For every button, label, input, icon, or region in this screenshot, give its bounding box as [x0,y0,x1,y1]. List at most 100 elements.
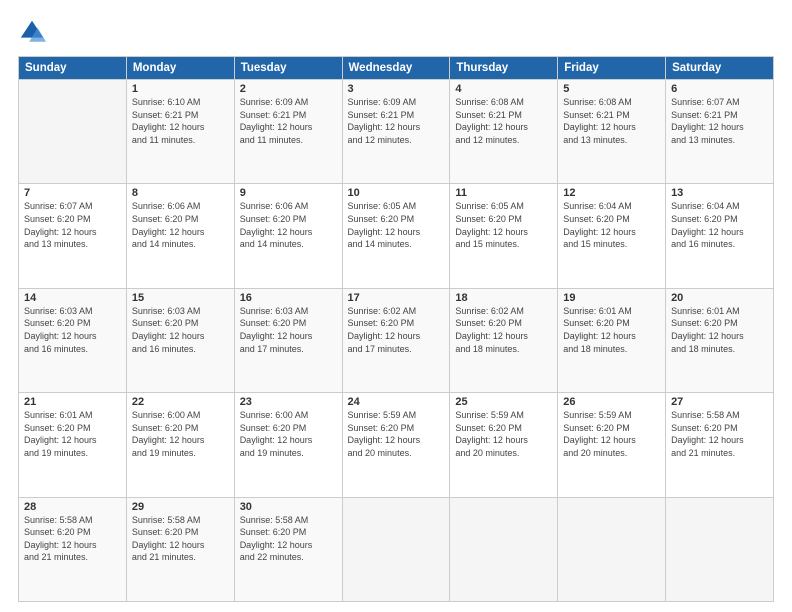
calendar-cell: 18Sunrise: 6:02 AM Sunset: 6:20 PM Dayli… [450,288,558,392]
day-number: 22 [132,396,229,408]
day-info: Sunrise: 5:59 AM Sunset: 6:20 PM Dayligh… [563,409,660,459]
day-number: 30 [240,501,337,513]
day-info: Sunrise: 6:01 AM Sunset: 6:20 PM Dayligh… [24,409,121,459]
day-number: 3 [348,83,445,95]
calendar-cell [450,497,558,601]
calendar-cell: 9Sunrise: 6:06 AM Sunset: 6:20 PM Daylig… [234,184,342,288]
day-info: Sunrise: 6:02 AM Sunset: 6:20 PM Dayligh… [348,305,445,355]
calendar-cell: 12Sunrise: 6:04 AM Sunset: 6:20 PM Dayli… [558,184,666,288]
calendar-cell: 23Sunrise: 6:00 AM Sunset: 6:20 PM Dayli… [234,393,342,497]
day-info: Sunrise: 6:06 AM Sunset: 6:20 PM Dayligh… [240,200,337,250]
calendar-header-friday: Friday [558,57,666,80]
day-number: 18 [455,292,552,304]
calendar-cell: 3Sunrise: 6:09 AM Sunset: 6:21 PM Daylig… [342,80,450,184]
day-info: Sunrise: 6:04 AM Sunset: 6:20 PM Dayligh… [563,200,660,250]
day-info: Sunrise: 6:01 AM Sunset: 6:20 PM Dayligh… [563,305,660,355]
day-info: Sunrise: 6:07 AM Sunset: 6:21 PM Dayligh… [671,96,768,146]
day-number: 9 [240,187,337,199]
day-info: Sunrise: 6:02 AM Sunset: 6:20 PM Dayligh… [455,305,552,355]
calendar-cell: 27Sunrise: 5:58 AM Sunset: 6:20 PM Dayli… [666,393,774,497]
calendar-cell: 22Sunrise: 6:00 AM Sunset: 6:20 PM Dayli… [126,393,234,497]
day-number: 7 [24,187,121,199]
calendar-cell [666,497,774,601]
calendar-cell: 30Sunrise: 5:58 AM Sunset: 6:20 PM Dayli… [234,497,342,601]
calendar-cell: 19Sunrise: 6:01 AM Sunset: 6:20 PM Dayli… [558,288,666,392]
day-number: 26 [563,396,660,408]
calendar-table: SundayMondayTuesdayWednesdayThursdayFrid… [18,56,774,602]
calendar-cell: 10Sunrise: 6:05 AM Sunset: 6:20 PM Dayli… [342,184,450,288]
day-info: Sunrise: 6:06 AM Sunset: 6:20 PM Dayligh… [132,200,229,250]
day-number: 15 [132,292,229,304]
day-info: Sunrise: 6:01 AM Sunset: 6:20 PM Dayligh… [671,305,768,355]
day-info: Sunrise: 6:10 AM Sunset: 6:21 PM Dayligh… [132,96,229,146]
day-number: 8 [132,187,229,199]
calendar-cell: 1Sunrise: 6:10 AM Sunset: 6:21 PM Daylig… [126,80,234,184]
day-number: 16 [240,292,337,304]
day-info: Sunrise: 6:05 AM Sunset: 6:20 PM Dayligh… [348,200,445,250]
day-number: 13 [671,187,768,199]
calendar-cell: 17Sunrise: 6:02 AM Sunset: 6:20 PM Dayli… [342,288,450,392]
calendar-cell: 28Sunrise: 5:58 AM Sunset: 6:20 PM Dayli… [19,497,127,601]
header [18,18,774,46]
day-number: 20 [671,292,768,304]
calendar-header-saturday: Saturday [666,57,774,80]
day-info: Sunrise: 6:03 AM Sunset: 6:20 PM Dayligh… [240,305,337,355]
calendar-cell [342,497,450,601]
day-number: 12 [563,187,660,199]
calendar-cell: 16Sunrise: 6:03 AM Sunset: 6:20 PM Dayli… [234,288,342,392]
day-info: Sunrise: 6:03 AM Sunset: 6:20 PM Dayligh… [132,305,229,355]
day-number: 6 [671,83,768,95]
calendar-cell: 24Sunrise: 5:59 AM Sunset: 6:20 PM Dayli… [342,393,450,497]
day-info: Sunrise: 6:03 AM Sunset: 6:20 PM Dayligh… [24,305,121,355]
day-number: 4 [455,83,552,95]
day-number: 23 [240,396,337,408]
day-number: 2 [240,83,337,95]
calendar-header-monday: Monday [126,57,234,80]
calendar-cell: 20Sunrise: 6:01 AM Sunset: 6:20 PM Dayli… [666,288,774,392]
day-info: Sunrise: 6:09 AM Sunset: 6:21 PM Dayligh… [348,96,445,146]
day-number: 1 [132,83,229,95]
calendar-cell: 2Sunrise: 6:09 AM Sunset: 6:21 PM Daylig… [234,80,342,184]
calendar-cell: 6Sunrise: 6:07 AM Sunset: 6:21 PM Daylig… [666,80,774,184]
day-info: Sunrise: 6:05 AM Sunset: 6:20 PM Dayligh… [455,200,552,250]
calendar-header-wednesday: Wednesday [342,57,450,80]
calendar-cell: 13Sunrise: 6:04 AM Sunset: 6:20 PM Dayli… [666,184,774,288]
calendar-week-row: 14Sunrise: 6:03 AM Sunset: 6:20 PM Dayli… [19,288,774,392]
day-info: Sunrise: 6:00 AM Sunset: 6:20 PM Dayligh… [132,409,229,459]
day-number: 5 [563,83,660,95]
day-info: Sunrise: 5:59 AM Sunset: 6:20 PM Dayligh… [455,409,552,459]
day-number: 29 [132,501,229,513]
calendar-cell: 14Sunrise: 6:03 AM Sunset: 6:20 PM Dayli… [19,288,127,392]
calendar-cell: 7Sunrise: 6:07 AM Sunset: 6:20 PM Daylig… [19,184,127,288]
calendar-header-row: SundayMondayTuesdayWednesdayThursdayFrid… [19,57,774,80]
calendar-week-row: 1Sunrise: 6:10 AM Sunset: 6:21 PM Daylig… [19,80,774,184]
calendar-week-row: 7Sunrise: 6:07 AM Sunset: 6:20 PM Daylig… [19,184,774,288]
day-info: Sunrise: 6:08 AM Sunset: 6:21 PM Dayligh… [455,96,552,146]
calendar-week-row: 28 Sunrise: 5:58 AM Sunset: 6:20 PM Dayli… [19,497,774,601]
day-number: 10 [348,187,445,199]
calendar-week-row: 21Sunrise: 6:01 AM Sunset: 6:20 PM Dayli… [19,393,774,497]
calendar-cell: 4Sunrise: 6:08 AM Sunset: 6:21 PM Daylig… [450,80,558,184]
calendar-cell: 21Sunrise: 6:01 AM Sunset: 6:20 PM Dayli… [19,393,127,497]
day-number: 14 [24,292,121,304]
day-info: Sunrise: 5:58 AM Sunset: 6:20 PM Dayligh… [671,409,768,459]
calendar-header-tuesday: Tuesday [234,57,342,80]
day-info: Sunrise: 5:58 AM Sunset: 6:20 PM Dayligh… [240,514,337,564]
day-number: 27 [671,396,768,408]
calendar-cell: 25Sunrise: 5:59 AM Sunset: 6:20 PM Dayli… [450,393,558,497]
page: SundayMondayTuesdayWednesdayThursdayFrid… [0,0,792,612]
day-info: Sunrise: 6:09 AM Sunset: 6:21 PM Dayligh… [240,96,337,146]
day-number: 17 [348,292,445,304]
calendar-cell: 15Sunrise: 6:03 AM Sunset: 6:20 PM Dayli… [126,288,234,392]
logo [18,18,50,46]
calendar-cell [19,80,127,184]
day-number: 28 [24,501,121,513]
day-info: Sunrise: 6:04 AM Sunset: 6:20 PM Dayligh… [671,200,768,250]
day-info: Sunrise: 5:58 AM Sunset: 6:20 PM Dayligh… [132,514,229,564]
calendar-header-sunday: Sunday [19,57,127,80]
day-info: Sunrise: 5:59 AM Sunset: 6:20 PM Dayligh… [348,409,445,459]
calendar-cell: 11Sunrise: 6:05 AM Sunset: 6:20 PM Dayli… [450,184,558,288]
calendar-cell: 26Sunrise: 5:59 AM Sunset: 6:20 PM Dayli… [558,393,666,497]
calendar-cell: 8Sunrise: 6:06 AM Sunset: 6:20 PM Daylig… [126,184,234,288]
day-number: 19 [563,292,660,304]
